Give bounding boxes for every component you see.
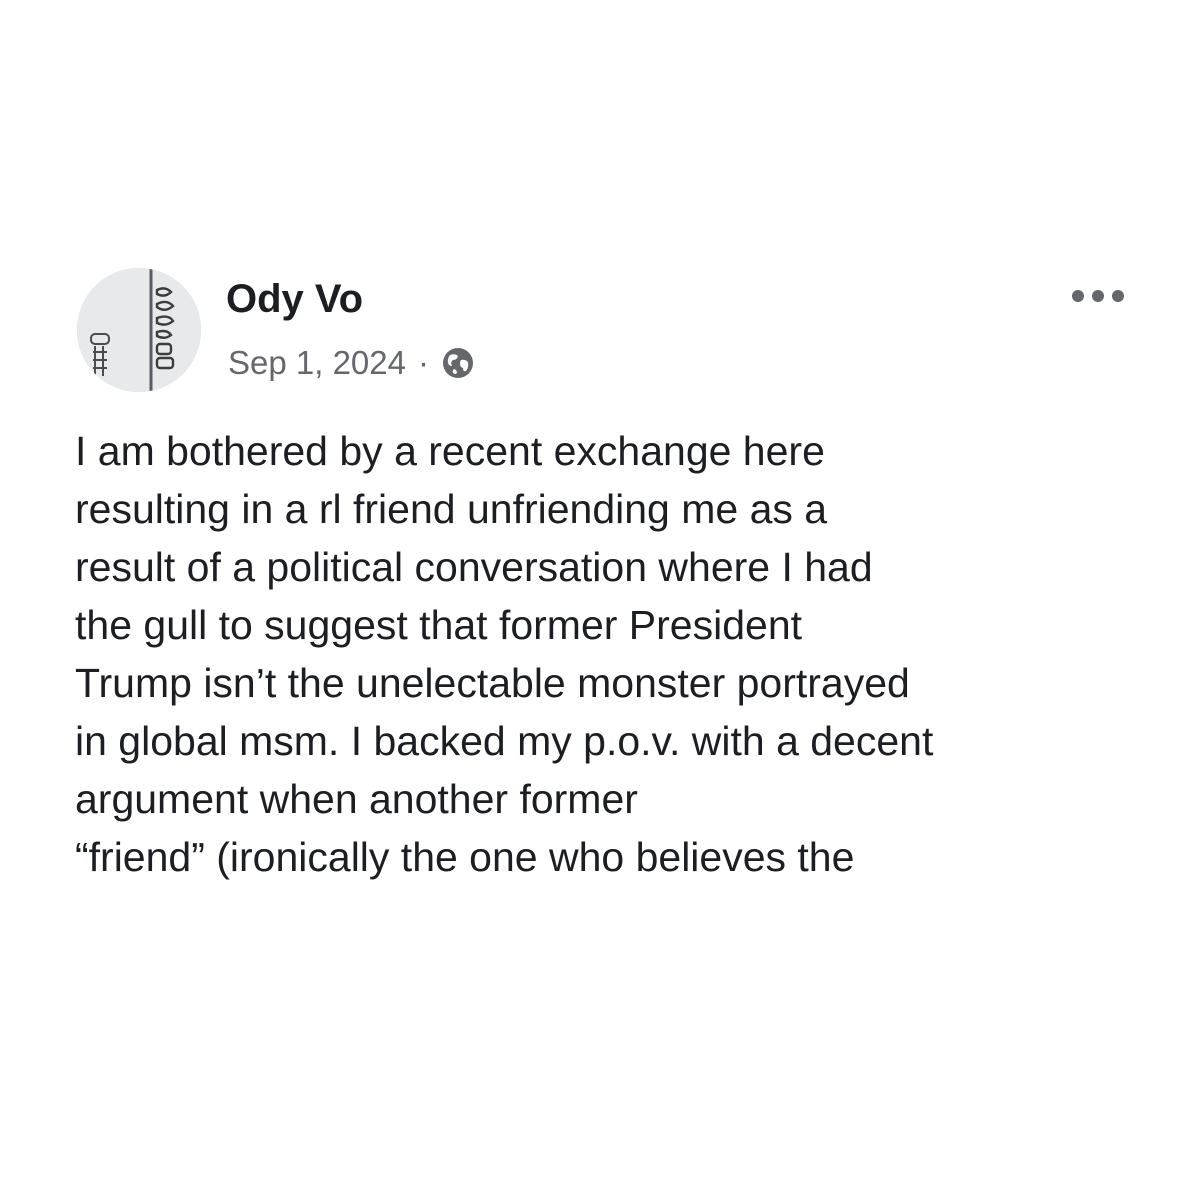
globe-icon[interactable]	[441, 346, 475, 380]
post-body-line: the gull to suggest that former Presiden…	[75, 602, 803, 648]
author-avatar[interactable]	[77, 268, 201, 392]
post-body-line: Trump isn’t the unelectable monster port…	[75, 660, 910, 706]
post-body-line: argument when another former	[75, 776, 638, 822]
post-body-line: in global msm. I backed my p.o.v. with a…	[75, 718, 934, 764]
more-horizontal-icon	[1072, 290, 1124, 302]
text-cutoff-fade	[75, 930, 1145, 952]
post-body-line: I am bothered by a recent exchange here	[75, 428, 825, 474]
avatar-image	[77, 268, 201, 392]
post-body-line: “friend” (ironically the one who believe…	[75, 834, 855, 880]
post-body: I am bothered by a recent exchange here …	[75, 422, 1145, 942]
post-meta: Sep 1, 2024 ·	[228, 338, 475, 388]
meta-separator: ·	[418, 344, 429, 381]
post-card: Ody Vo Sep 1, 2024 · I am bothered by a …	[0, 0, 1200, 1200]
post-body-line: resulting in a rl friend unfriending me …	[75, 486, 828, 532]
author-name[interactable]: Ody Vo	[226, 271, 363, 327]
more-options-button[interactable]	[1062, 278, 1134, 314]
post-date[interactable]: Sep 1, 2024	[228, 344, 406, 382]
post-body-line: result of a political conversation where…	[75, 544, 873, 590]
